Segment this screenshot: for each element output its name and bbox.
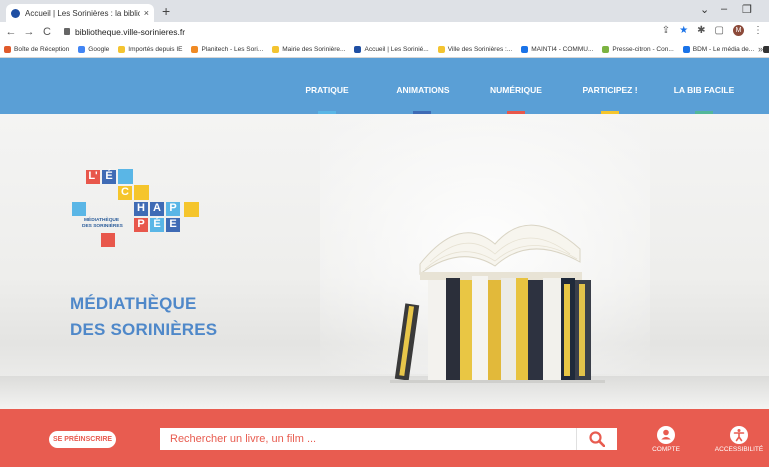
bookmark-favicon-icon [191,45,199,53]
address-bar-actions: ⇪ ★ ✱ ▢ M ⋮ [662,25,763,36]
bookmark-item[interactable]: Ville des Sorinières :... [437,45,513,53]
bookmark-item[interactable]: Accueil | Les Sorinié... [354,45,429,53]
bookmark-label: Boîte de Réception [14,45,70,53]
nav-item-pratique[interactable]: PRATIQUE [277,85,377,95]
logo-square [101,233,115,247]
bookmark-favicon-icon [763,45,769,53]
bookmark-favicon-icon [437,45,445,53]
bookmark-item[interactable]: Importés depuis IE [118,45,183,53]
bookmark-favicon-icon [118,45,126,53]
reload-icon[interactable]: C [40,26,54,38]
logo-letter: H [134,202,148,216]
hero-title-line1: MÉDIATHÈQUE [70,294,197,313]
bookmark-label: Planitech - Les Sori... [201,45,264,53]
sidepanel-icon[interactable]: ▢ [715,25,724,36]
logo-letter: A [150,202,164,216]
bookmark-label: BDM - Le média de... [692,45,755,53]
bookmark-item[interactable]: Google [78,45,110,53]
bookmark-favicon-icon [521,45,529,53]
bookmark-label: MAINTI4 - COMMU... [531,45,594,53]
bookmark-favicon-icon [354,45,362,53]
logo-letter: C [118,186,132,200]
bookmark-label: Mairie des Sorinière... [282,45,346,53]
bookmarks-bar: Boîte de Réception Google Importés depuis … [0,41,769,58]
logo-letter: É [150,218,164,232]
url-field[interactable]: bibliotheque.ville-sorinieres.fr [75,27,185,37]
accessibilite-button[interactable]: ACCESSIBILITÉ [709,426,769,453]
browser-tab[interactable]: Accueil | Les Sorinières : la biblio × [6,4,154,22]
bookmark-label: Google [88,45,110,53]
accessibilite-label: ACCESSIBILITÉ [714,446,764,453]
tab-title: Accueil | Les Sorinières : la biblio [25,8,140,18]
nav-item-numerique[interactable]: NUMÉRIQUE [466,85,566,95]
bookmark-label: Ville des Sorinières :... [447,45,513,53]
extensions-icon[interactable]: ✱ [697,25,705,36]
bookmark-favicon-icon [602,45,610,53]
compte-label: COMPTE [652,446,680,453]
nav-item-la-bib-facile[interactable]: LA BIB FACILE [654,85,754,95]
bookmark-label: Presse-citron - Con... [612,45,674,53]
bookmark-item[interactable]: Planitech - Les Sori... [191,45,264,53]
new-tab-button[interactable]: + [162,3,170,19]
logo-square [118,169,133,184]
address-bar: ← → C bibliotheque.ville-sorinieres.fr ⇪… [0,22,769,41]
bookmark-item[interactable]: Boîte de Réception [4,45,70,53]
bottom-bar: SE PRÉINSCRIRE COMPTE ACCESSIBILITÉ [0,409,769,467]
logo-square [72,202,86,216]
menu-icon[interactable]: ⋮ [753,25,763,36]
logo-subtitle-line2: DES SORINIÈRES [82,224,123,229]
compte-button[interactable]: COMPTE [636,426,696,453]
tab-close-icon[interactable]: × [144,8,149,18]
hero-title-line2: DES SORINIÈRES [70,320,218,339]
profile-avatar[interactable]: M [733,25,744,36]
books-illustration [390,224,605,383]
bookmark-item[interactable]: MaarchCourrier [763,45,769,53]
share-icon[interactable]: ⇪ [662,25,670,36]
nav-item-participez[interactable]: PARTICIPEZ ! [560,85,660,95]
search-button[interactable] [576,428,617,450]
logo-square [134,185,149,200]
bookmark-item[interactable]: BDM - Le média de... [682,45,755,53]
site-favicon-icon [11,8,20,18]
hero-banner: L' É C H A P P É E MÉDIATHÈQUE DES SORIN… [0,114,769,409]
bookmark-favicon-icon [682,45,690,53]
search-icon [589,431,605,447]
tab-search-icon[interactable]: ⌄ [700,3,709,16]
forward-icon[interactable]: → [22,26,36,38]
accessibility-icon [730,426,748,444]
browser-tabbar: Accueil | Les Sorinières : la biblio × +… [0,0,769,22]
preinscrire-button[interactable]: SE PRÉINSCRIRE [49,431,116,448]
bookmark-favicon-icon [272,45,280,53]
bookmark-favicon-icon [78,45,86,53]
bookmark-item[interactable]: MAINTI4 - COMMU... [521,45,594,53]
logo-letter: É [102,170,116,184]
maximize-icon[interactable]: ❐ [742,3,752,16]
bookmark-label: Importés depuis IE [128,45,183,53]
bookmark-favicon-icon [4,45,11,53]
logo-letter: P [134,218,148,232]
site-navigation: PRATIQUE ANIMATIONS NUMÉRIQUE PARTICIPEZ… [0,58,769,128]
bookmarks-overflow-icon[interactable]: » [758,44,763,54]
user-icon [657,426,675,444]
logo-square [184,202,199,217]
logo-letter: P [166,202,180,216]
nav-item-animations[interactable]: ANIMATIONS [373,85,473,95]
bookmark-item[interactable]: Presse-citron - Con... [602,45,674,53]
bookmark-item[interactable]: Mairie des Sorinière... [272,45,346,53]
back-icon[interactable]: ← [4,26,18,38]
bookmark-label: Accueil | Les Sorinié... [364,45,429,53]
minimize-icon[interactable]: – [721,3,727,15]
logo-letter: L' [86,170,100,184]
lock-icon[interactable] [64,28,70,35]
catalog-search-input[interactable] [160,428,576,450]
bookmark-star-icon[interactable]: ★ [679,25,688,36]
logo-letter: E [166,218,180,232]
